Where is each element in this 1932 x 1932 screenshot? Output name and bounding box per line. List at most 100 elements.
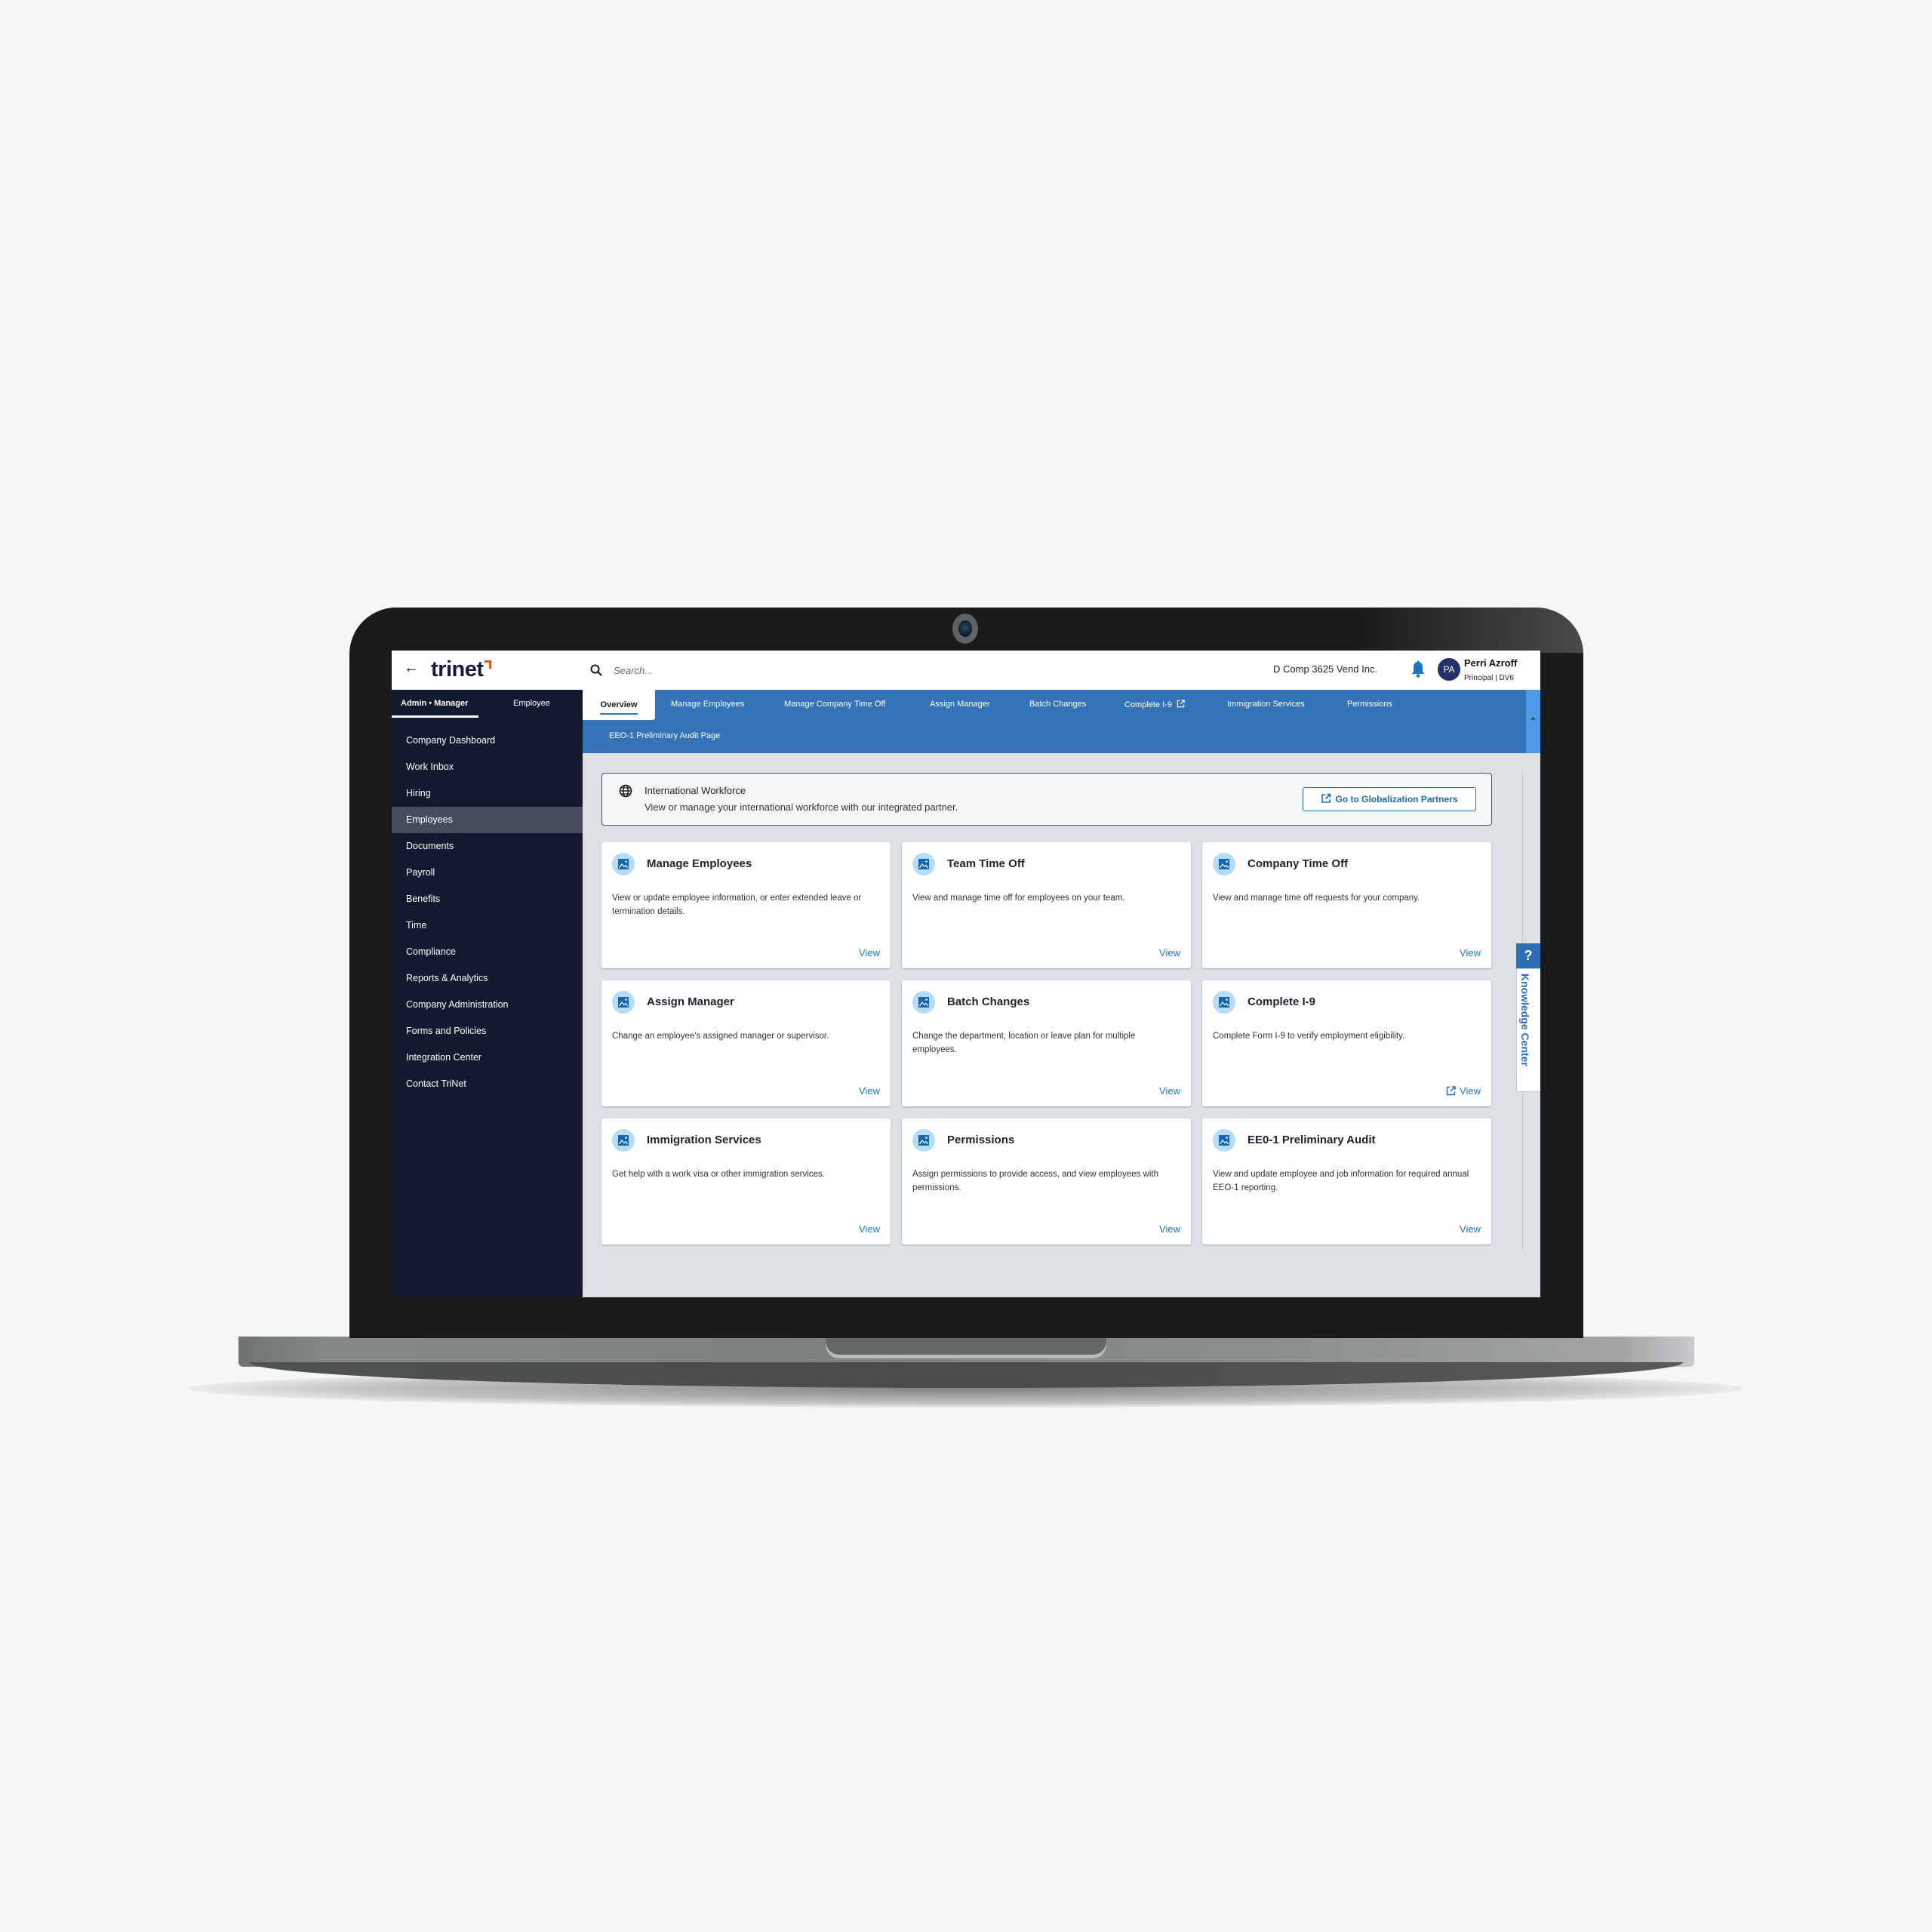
- role-tab-employee[interactable]: Employee: [513, 699, 550, 708]
- laptop-hinge-notch: [826, 1337, 1106, 1355]
- sidebar-item-documents[interactable]: Documents: [392, 833, 583, 860]
- sidebar-item-contact-trinet[interactable]: Contact TriNet: [392, 1071, 583, 1097]
- card-description: View and manage time off requests for yo…: [1213, 894, 1420, 903]
- view-link[interactable]: View: [1460, 947, 1481, 958]
- card-title: Assign Manager: [647, 995, 734, 1008]
- help-question-icon[interactable]: ?: [1516, 943, 1540, 968]
- top-header: ← trinet D Comp 3625 Vend Inc. PA Perri …: [392, 651, 1540, 691]
- card-manage-employees[interactable]: Manage Employees View or update employee…: [601, 842, 891, 968]
- card-title: Team Time Off: [947, 857, 1025, 870]
- view-link[interactable]: View: [1159, 1085, 1180, 1097]
- tab-manage-company-time-off[interactable]: Manage Company Time Off: [784, 700, 885, 709]
- card-description: Assign permissions to provide access, an…: [912, 1170, 1158, 1192]
- view-link[interactable]: View: [1446, 1085, 1481, 1097]
- back-arrow-icon[interactable]: ←: [404, 660, 419, 675]
- card-description: Get help with a work visa or other immig…: [612, 1170, 825, 1179]
- sidebar-item-company-administration[interactable]: Company Administration: [392, 992, 583, 1018]
- card-description: View and update employee and job informa…: [1213, 1170, 1469, 1192]
- avatar[interactable]: PA: [1438, 658, 1460, 681]
- sidebar-item-forms-policies[interactable]: Forms and Policies: [392, 1018, 583, 1044]
- image-icon: [612, 991, 635, 1014]
- card-description: Change the department, location or leave…: [912, 1032, 1136, 1054]
- sidebar-item-payroll[interactable]: Payroll: [392, 860, 583, 886]
- card-description: View or update employee information, or …: [612, 894, 862, 916]
- card-description: Complete Form I-9 to verify employment e…: [1213, 1032, 1405, 1041]
- card-immigration-services[interactable]: Immigration Services Get help with a wor…: [601, 1118, 891, 1244]
- sidebar: Admin • Manager Employee Company Dashboa…: [392, 690, 583, 1297]
- external-link-icon: [1446, 1086, 1456, 1096]
- banner-title: International Workforce: [645, 785, 746, 796]
- knowledge-center-label: Knowledge Center: [1519, 974, 1531, 1066]
- tab-permissions[interactable]: Permissions: [1347, 700, 1392, 709]
- tab-label: Overview: [600, 700, 638, 709]
- tab-overview[interactable]: Overview: [583, 690, 655, 720]
- image-icon: [612, 1129, 635, 1152]
- sidebar-item-time[interactable]: Time: [392, 912, 583, 939]
- company-name[interactable]: D Comp 3625 Vend Inc.: [1273, 663, 1377, 675]
- international-workforce-banner: International Workforce View or manage y…: [601, 773, 1492, 826]
- tab-immigration-services[interactable]: Immigration Services: [1227, 700, 1305, 709]
- card-company-time-off[interactable]: Company Time Off View and manage time of…: [1202, 842, 1491, 968]
- button-label: Go to Globalization Partners: [1335, 794, 1458, 804]
- banner-description: View or manage your international workfo…: [645, 801, 958, 813]
- logo-text: trinet: [431, 657, 484, 681]
- sidebar-item-reports-analytics[interactable]: Reports & Analytics: [392, 965, 583, 992]
- view-link[interactable]: View: [1159, 947, 1180, 958]
- sidebar-nav: Company Dashboard Work Inbox Hiring Empl…: [392, 728, 583, 1097]
- sidebar-item-employees[interactable]: Employees: [392, 807, 583, 833]
- role-tab-admin-manager[interactable]: Admin • Manager: [392, 699, 479, 718]
- tab-manage-employees[interactable]: Manage Employees: [671, 700, 744, 709]
- image-icon: [912, 853, 935, 875]
- card-eeo1-preliminary-audit[interactable]: EE0-1 Preliminary Audit View and update …: [1202, 1118, 1491, 1244]
- image-icon: [612, 853, 635, 875]
- app-screen: ← trinet D Comp 3625 Vend Inc. PA Perri …: [392, 651, 1540, 1297]
- tab-label: Complete I-9: [1124, 700, 1172, 709]
- view-link-label: View: [1460, 1085, 1481, 1097]
- view-link[interactable]: View: [859, 1085, 880, 1097]
- user-name[interactable]: Perri Azroff: [1464, 657, 1517, 669]
- tab-assign-manager[interactable]: Assign Manager: [930, 700, 990, 709]
- card-title: Complete I-9: [1247, 995, 1316, 1008]
- view-link[interactable]: View: [859, 947, 880, 958]
- globe-icon: [619, 784, 632, 798]
- card-assign-manager[interactable]: Assign Manager Change an employee's assi…: [601, 980, 891, 1106]
- sidebar-item-benefits[interactable]: Benefits: [392, 886, 583, 912]
- webcam: [952, 614, 978, 644]
- view-link[interactable]: View: [1159, 1223, 1180, 1235]
- search-input[interactable]: [612, 661, 917, 679]
- tab-eeo1-audit-page[interactable]: EEO-1 Preliminary Audit Page: [609, 731, 720, 740]
- card-title: EE0-1 Preliminary Audit: [1247, 1134, 1376, 1146]
- chevron-up-icon[interactable]: ⌃: [1526, 690, 1540, 753]
- external-link-icon: [1177, 700, 1185, 708]
- card-title: Company Time Off: [1247, 857, 1349, 870]
- card-permissions[interactable]: Permissions Assign permissions to provid…: [902, 1118, 1191, 1244]
- sidebar-item-company-dashboard[interactable]: Company Dashboard: [392, 728, 583, 754]
- bell-icon[interactable]: [1410, 660, 1426, 678]
- card-title: Manage Employees: [647, 857, 752, 870]
- image-icon: [912, 991, 935, 1014]
- knowledge-center-tab[interactable]: ? Knowledge Center: [1515, 943, 1540, 1092]
- card-title: Batch Changes: [947, 995, 1030, 1008]
- card-batch-changes[interactable]: Batch Changes Change the department, loc…: [902, 980, 1191, 1106]
- image-icon: [1213, 853, 1235, 875]
- globalization-partners-button[interactable]: Go to Globalization Partners: [1303, 787, 1476, 811]
- view-link[interactable]: View: [1460, 1223, 1481, 1235]
- view-link[interactable]: View: [859, 1223, 880, 1235]
- image-icon: [1213, 1129, 1235, 1152]
- sidebar-item-hiring[interactable]: Hiring: [392, 780, 583, 807]
- sidebar-item-work-inbox[interactable]: Work Inbox: [392, 754, 583, 780]
- trinet-logo[interactable]: trinet: [431, 658, 491, 681]
- card-team-time-off[interactable]: Team Time Off View and manage time off f…: [902, 842, 1191, 968]
- logo-mark-icon: [484, 660, 491, 669]
- card-complete-i9[interactable]: Complete I-9 Complete Form I-9 to verify…: [1202, 980, 1491, 1106]
- card-title: Immigration Services: [647, 1134, 761, 1146]
- image-icon: [1213, 991, 1235, 1014]
- main-content: International Workforce View or manage y…: [583, 753, 1526, 1297]
- tab-complete-i9[interactable]: Complete I-9: [1124, 700, 1185, 709]
- card-title: Permissions: [947, 1134, 1015, 1146]
- knowledge-center-label-box[interactable]: Knowledge Center: [1516, 968, 1540, 1092]
- user-role: Principal | DV6: [1464, 674, 1514, 682]
- sidebar-item-integration-center[interactable]: Integration Center: [392, 1044, 583, 1071]
- sidebar-item-compliance[interactable]: Compliance: [392, 939, 583, 965]
- tab-batch-changes[interactable]: Batch Changes: [1029, 700, 1086, 709]
